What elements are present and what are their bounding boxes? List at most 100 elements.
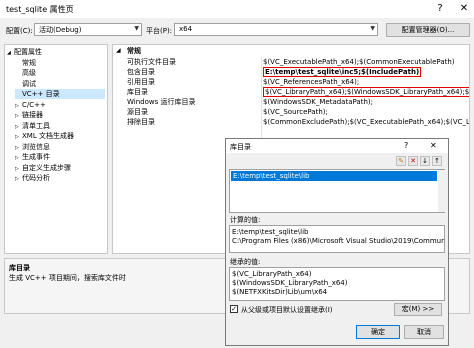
collapsed-icon: ▷ (15, 102, 19, 109)
tree-item[interactable]: ▷ 浏览信息 (15, 142, 50, 152)
ok-button[interactable]: 确定 (356, 325, 400, 339)
grid-row-key: 可执行文件目录 (127, 58, 176, 66)
chevron-down-icon: ▼ (370, 25, 375, 32)
help-button[interactable]: ? (432, 0, 448, 18)
grid-row-key: Windows 运行库目录 (127, 98, 196, 106)
collapsed-icon: ▷ (15, 165, 19, 172)
tree-item[interactable]: ▷ 代码分析 (15, 173, 50, 183)
tree-item[interactable]: 常规 (15, 58, 36, 68)
title-bar: test_sqlite 属性页 ? ✕ (0, 0, 474, 18)
tree-item[interactable]: ▷ XML 文档生成器 (15, 131, 74, 141)
grid-row-value: $(WindowsSDK_MetadataPath); (263, 98, 373, 106)
expanded-icon: ◢ (7, 50, 11, 56)
tree-item-label: 高级 (22, 69, 36, 77)
inherited-line: $(NETFXKitsDir)Lib\um\x64 (232, 288, 328, 296)
collapsed-icon: ▷ (15, 113, 19, 119)
delete-icon[interactable]: ✕ (408, 156, 418, 166)
tree-item-label: XML 文档生成器 (22, 132, 74, 140)
evaluated-line: C:\Program Files (x86)\Microsoft Visual … (232, 237, 445, 245)
tree-item[interactable]: ▷ C/C++ (15, 100, 46, 110)
tree-item-label: 调试 (22, 79, 36, 88)
tree-item[interactable]: ▷ 链接器 (15, 110, 43, 120)
tree-item[interactable]: ▷ 自定义生成步骤 (15, 163, 71, 173)
tree-item-label: VC++ 目录 (22, 90, 60, 98)
evaluated-line: E:\temp\test_sqlite\lib (232, 228, 309, 236)
tree-item-label: 浏览信息 (22, 142, 50, 151)
tree-item[interactable]: ◢ 配置属性 (7, 47, 42, 57)
tree-item-label: 常规 (22, 58, 36, 67)
tree-item-label: 生成事件 (22, 153, 50, 161)
evaluated-values: E:\temp\test_sqlite\lib C:\Program Files… (229, 225, 445, 253)
config-select[interactable]: 活动(Debug) ▼ (34, 23, 142, 36)
dialog-close-button[interactable]: ✕ (430, 141, 437, 150)
close-button[interactable]: ✕ (456, 0, 472, 18)
collapsed-icon: ▷ (15, 176, 19, 182)
grid-row[interactable]: 排除目录 $(CommonExcludePath);$(VC_Executable… (113, 117, 470, 127)
tree-item[interactable]: 高级 (15, 68, 36, 78)
collapsed-icon: ▷ (15, 134, 19, 140)
cancel-button[interactable]: 取消 (404, 325, 444, 339)
list-scrollbar[interactable] (438, 170, 445, 212)
tree-item-label: 链接器 (22, 111, 43, 119)
grid-row[interactable]: 可执行文件目录 $(VC_ExecutablePath_x64);$(Common… (113, 57, 469, 67)
tree-item-label: 清单工具 (22, 121, 50, 130)
tree-item-label: 配置属性 (14, 48, 42, 56)
directory-list-item[interactable]: E:\temp\test_sqlite\lib (231, 171, 437, 181)
grid-row-key: 源目录 (127, 108, 148, 116)
inherited-label: 继承的值: (230, 258, 261, 266)
inherit-checkbox-label: 从父级或项目默认设置继承(I) (241, 306, 333, 314)
tree-item-label: 自定义生成步骤 (22, 163, 71, 172)
chevron-down-icon: ▼ (134, 25, 139, 32)
inherited-values: $(VC_LibraryPath_x64) $(WindowsSDK_Libra… (229, 267, 445, 301)
tree-item-label: 代码分析 (22, 174, 50, 182)
window-title: test_sqlite 属性页 (6, 5, 74, 14)
collapsed-icon: ▷ (15, 123, 19, 130)
config-manager-button[interactable]: 配置管理器(O)... (386, 23, 470, 37)
platform-select-value: x64 (179, 25, 193, 33)
move-down-icon[interactable]: ↓ (420, 156, 430, 166)
grid-row-value: $(CommonExcludePath);$(VC_ExecutablePath… (263, 118, 470, 126)
tree-item[interactable]: ▷ 清单工具 (15, 121, 50, 131)
grid-row[interactable]: 包含目录 E:\temp\test_sqlite\inc5;$(IncludePa… (113, 67, 469, 77)
dialog-help-button[interactable]: ? (404, 141, 408, 150)
move-up-icon[interactable]: ↑ (432, 156, 442, 166)
tree-item[interactable]: 调试 (15, 79, 36, 89)
dialog-title-bar: 库目录 ? ✕ (226, 139, 448, 153)
grid-row[interactable]: 库目录 $(VC_LibraryPath_x64);$(WindowsSDK_Li… (113, 87, 469, 97)
grid-row-value: $(VC_LibraryPath_x64);$(WindowsSDK_Libra… (263, 87, 469, 97)
tree-item-label: C/C++ (22, 100, 46, 109)
property-pages-window: test_sqlite 属性页 ? ✕ 配置(C): 活动(Debug) ▼ 平… (0, 0, 474, 348)
config-label: 配置(C): (6, 27, 33, 35)
macros-button[interactable]: 宏(M) >> (394, 303, 442, 316)
inherited-line: $(VC_LibraryPath_x64) (232, 270, 312, 278)
grid-section-header[interactable]: ◢ 常规 (113, 46, 469, 56)
platform-label: 平台(P): (146, 27, 173, 35)
config-select-value: 活动(Debug) (39, 26, 82, 34)
grid-row-value: $(VC_SourcePath); (263, 108, 328, 116)
property-tree: ◢ 配置属性 常规 高级 调试 VC++ 目录 ▷ C/C++ ▷ 链接器 ▷ 清单工具 ▷ XML 文档… (4, 44, 108, 254)
description-title: 库目录 (9, 264, 30, 272)
grid-section-title: 常规 (127, 47, 141, 55)
grid-row-key: 库目录 (127, 88, 148, 96)
directory-list: E:\temp\test_sqlite\lib (229, 169, 445, 213)
grid-row[interactable]: Windows 运行库目录 $(WindowsSDK_MetadataPath); (113, 97, 469, 107)
dialog-title: 库目录 (230, 143, 251, 151)
platform-select[interactable]: x64 ▼ (174, 23, 378, 36)
collapsed-icon: ▷ (15, 144, 19, 151)
grid-row-key: 引用目录 (127, 78, 155, 86)
tree-item[interactable]: VC++ 目录 (15, 89, 105, 99)
grid-row-key: 包含目录 (127, 68, 155, 76)
grid-row-value: $(VC_ReferencesPath_x64); (263, 78, 360, 86)
library-directories-dialog: 库目录 ? ✕ ✎ ✕ ↓ ↑ E:\temp\test_sqlite\lib … (225, 138, 449, 346)
new-line-icon[interactable]: ✎ (396, 156, 406, 166)
tree-item[interactable]: ▷ 生成事件 (15, 152, 50, 162)
evaluated-label: 计算的值: (230, 216, 261, 224)
grid-row-value: E:\temp\test_sqlite\inc5;$(IncludePath) (263, 67, 422, 77)
config-row: 配置(C): 活动(Debug) ▼ 平台(P): x64 ▼ 配置管理器(O)… (0, 20, 474, 42)
grid-row[interactable]: 源目录 $(VC_SourcePath); (113, 107, 469, 117)
grid-row-value: $(VC_ExecutablePath_x64);$(CommonExecuta… (263, 58, 455, 66)
grid-row-key: 排除目录 (127, 118, 155, 126)
description-text: 生成 VC++ 项目期间，搜索库文件时 (9, 274, 126, 282)
grid-row[interactable]: 引用目录 $(VC_ReferencesPath_x64); (113, 77, 469, 87)
inherit-checkbox[interactable]: ✓ (230, 305, 238, 313)
